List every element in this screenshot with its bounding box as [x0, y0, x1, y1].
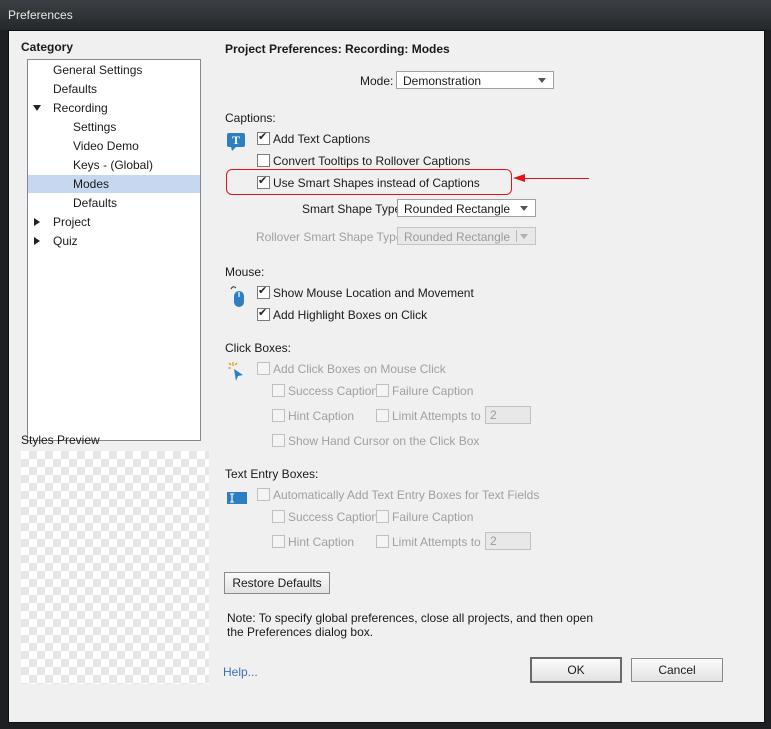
click-hint-caption-label: Hint Caption — [288, 409, 355, 423]
click-boxes-heading: Click Boxes: — [225, 341, 292, 355]
smart-shape-type-dropdown[interactable]: Rounded Rectangle — [397, 199, 536, 217]
text-entry-heading: Text Entry Boxes: — [225, 467, 319, 481]
annotation-arrow-line — [525, 178, 589, 179]
use-smart-shapes-label: Use Smart Shapes instead of Captions — [273, 176, 480, 190]
text-limit-attempts-input[interactable]: 2 — [485, 532, 531, 550]
category-heading: Category — [21, 40, 74, 54]
preferences-dialog: Category General Settings Defaults Recor… — [8, 30, 765, 723]
click-hint-caption-checkbox[interactable] — [272, 409, 285, 422]
tree-item-label: Modes — [73, 177, 110, 191]
text-hint-caption-label: Hint Caption — [288, 535, 355, 549]
hand-cursor-checkbox[interactable] — [272, 434, 285, 447]
tree-item-defaults[interactable]: Defaults — [28, 80, 200, 98]
add-text-captions-checkbox[interactable] — [257, 130, 270, 145]
note-line-2: the Preferences dialog box. — [227, 625, 374, 639]
mouse-heading: Mouse: — [225, 265, 265, 279]
cancel-button[interactable]: Cancel — [631, 658, 723, 682]
category-tree[interactable]: General Settings Defaults Recording Sett… — [27, 59, 201, 441]
text-success-caption-checkbox[interactable] — [272, 510, 285, 523]
click-box-icon — [228, 362, 243, 381]
svg-text:T: T — [232, 133, 240, 147]
title-bar: Preferences — [0, 0, 771, 30]
styles-preview-label: Styles Preview — [21, 433, 100, 447]
tree-item-recording-defaults[interactable]: Defaults — [28, 194, 200, 212]
text-limit-attempts-checkbox[interactable] — [376, 535, 389, 548]
click-limit-attempts-input[interactable]: 2 — [485, 406, 531, 424]
click-limit-attempts-checkbox[interactable] — [376, 409, 389, 422]
tree-item-video-demo[interactable]: Video Demo — [28, 137, 200, 155]
tree-item-quiz[interactable]: Quiz — [28, 232, 200, 250]
mode-value: Demonstration — [403, 74, 482, 88]
tree-item-label: Video Demo — [73, 139, 139, 153]
expand-arrow-icon[interactable] — [34, 218, 40, 226]
tree-item-label: Settings — [73, 120, 117, 134]
tree-item-project[interactable]: Project — [28, 213, 200, 231]
tree-item-label: Defaults — [73, 196, 118, 210]
tree-item-label: Recording — [53, 101, 108, 115]
rollover-shape-type-value: Rounded Rectangle — [404, 230, 511, 244]
tree-item-settings[interactable]: Settings — [28, 118, 200, 136]
help-link[interactable]: Help... — [223, 665, 258, 679]
tree-item-keys-global[interactable]: Keys - (Global) — [28, 156, 200, 174]
ok-button[interactable]: OK — [530, 657, 622, 683]
show-mouse-location-label: Show Mouse Location and Movement — [273, 286, 474, 300]
text-entry-box-icon — [227, 492, 247, 504]
hand-cursor-label: Show Hand Cursor on the Click Box — [288, 434, 480, 448]
highlight-boxes-label: Add Highlight Boxes on Click — [273, 308, 428, 322]
text-caption-icon: T — [227, 133, 245, 151]
rollover-shape-type-label: Rollover Smart Shape Type — [256, 230, 403, 244]
chevron-down-icon — [520, 234, 528, 239]
add-text-captions-label: Add Text Captions — [273, 132, 371, 146]
tree-item-modes[interactable]: Modes — [28, 175, 200, 193]
text-hint-caption-checkbox[interactable] — [272, 535, 285, 548]
text-failure-caption-label: Failure Caption — [392, 510, 474, 524]
convert-tooltips-label: Convert Tooltips to Rollover Captions — [273, 154, 471, 168]
window-title: Preferences — [8, 8, 73, 22]
expand-arrow-icon[interactable] — [34, 237, 40, 245]
panel-title: Project Preferences: Recording: Modes — [225, 42, 450, 56]
tree-item-label: General Settings — [53, 63, 143, 77]
text-failure-caption-checkbox[interactable] — [376, 510, 389, 523]
add-click-boxes-label: Add Click Boxes on Mouse Click — [273, 362, 446, 376]
show-mouse-location-checkbox[interactable] — [257, 284, 270, 299]
tree-item-label: Defaults — [53, 82, 98, 96]
tree-item-label: Quiz — [53, 234, 78, 248]
mode-dropdown[interactable]: Demonstration — [396, 71, 554, 89]
tree-item-recording[interactable]: Recording — [28, 99, 200, 117]
text-success-caption-label: Success Caption — [288, 510, 379, 524]
restore-defaults-button[interactable]: Restore Defaults — [224, 572, 330, 594]
auto-add-text-entry-checkbox[interactable] — [257, 488, 270, 501]
click-failure-caption-checkbox[interactable] — [376, 384, 389, 397]
dropdown-separator — [516, 230, 517, 242]
tree-item-general-settings[interactable]: General Settings — [28, 61, 200, 79]
chevron-down-icon — [538, 78, 546, 83]
chevron-down-icon — [520, 206, 528, 211]
captions-heading: Captions: — [225, 111, 276, 125]
add-click-boxes-checkbox[interactable] — [257, 362, 270, 375]
tree-item-label: Keys - (Global) — [73, 158, 154, 172]
convert-tooltips-checkbox[interactable] — [257, 154, 270, 167]
highlight-boxes-checkbox[interactable] — [257, 306, 270, 321]
click-failure-caption-label: Failure Caption — [392, 384, 474, 398]
expand-arrow-icon[interactable] — [33, 105, 41, 111]
tree-item-label: Project — [53, 215, 91, 229]
smart-shape-type-value: Rounded Rectangle — [404, 202, 511, 216]
auto-add-text-entry-label: Automatically Add Text Entry Boxes for T… — [273, 488, 540, 502]
smart-shape-type-label: Smart Shape Type — [302, 202, 402, 216]
use-smart-shapes-checkbox[interactable] — [257, 174, 270, 189]
note-line-1: Note: To specify global preferences, clo… — [227, 611, 593, 625]
mode-label: Mode: — [360, 74, 394, 88]
mouse-icon — [230, 286, 244, 307]
click-success-caption-checkbox[interactable] — [272, 384, 285, 397]
text-limit-attempts-label: Limit Attempts to — [392, 535, 481, 549]
annotation-arrow-icon — [513, 174, 525, 182]
click-success-caption-label: Success Caption — [288, 384, 379, 398]
click-limit-attempts-label: Limit Attempts to — [392, 409, 481, 423]
rollover-shape-type-dropdown[interactable]: Rounded Rectangle — [397, 227, 536, 245]
styles-preview-area — [21, 451, 209, 684]
